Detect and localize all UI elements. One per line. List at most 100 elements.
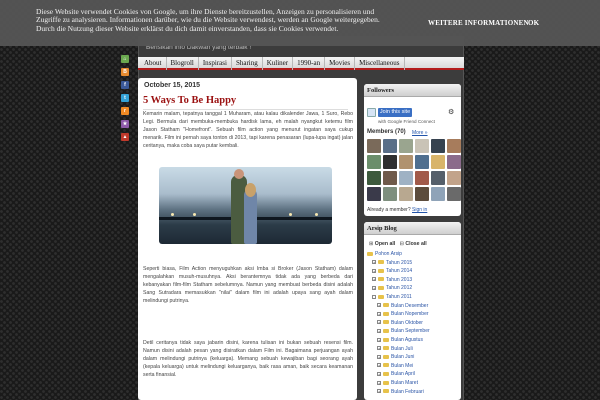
blogger-icon[interactable]: B: [121, 68, 129, 76]
expand-icon[interactable]: +: [377, 329, 381, 334]
archive-tree-item[interactable]: + Bulan Juni: [367, 353, 459, 362]
members-more-link[interactable]: More »: [412, 130, 428, 136]
archive-item-label: Bulan Juni: [391, 354, 415, 361]
member-avatar[interactable]: [383, 155, 397, 169]
expand-icon[interactable]: +: [377, 371, 381, 376]
archive-tree-item[interactable]: + Bulan Mei: [367, 362, 459, 371]
member-avatar[interactable]: [367, 155, 381, 169]
main-nav: About Blogroll Inspirasi Sharing Kuliner…: [138, 57, 464, 70]
member-avatar[interactable]: [399, 155, 413, 169]
member-avatar[interactable]: [383, 139, 397, 153]
nav-miscellaneous[interactable]: Miscellaneous: [355, 57, 405, 70]
flag-icon[interactable]: ▲: [121, 133, 129, 141]
archive-tree-item[interactable]: + Tahun 2014: [367, 267, 459, 276]
member-avatar[interactable]: [447, 155, 461, 169]
expand-icon[interactable]: +: [377, 346, 381, 351]
member-avatar[interactable]: [399, 171, 413, 185]
member-avatar[interactable]: [447, 187, 461, 201]
join-site-button[interactable]: Join this site: [378, 108, 412, 117]
archive-tree-item[interactable]: + Bulan Maret: [367, 379, 459, 388]
folder-icon: [383, 354, 389, 359]
archive-item-label: Bulan Agustus: [391, 336, 423, 343]
nav-1990an[interactable]: 1990-an: [293, 57, 326, 70]
expand-icon[interactable]: +: [377, 311, 381, 316]
member-avatar[interactable]: [415, 187, 429, 201]
archive-tree: Pohon Arsip + Tahun 2015 + Tahun 2014 + Tahun …: [367, 250, 459, 396]
archive-tree-item[interactable]: + Tahun 2015: [367, 259, 459, 268]
archive-tree-item[interactable]: + Tahun 2013: [367, 276, 459, 285]
archive-item-label: Tahun 2011: [386, 293, 412, 300]
archive-widget: Arsip Blog ⊞ Open all ⊟ Close all Pohon …: [364, 222, 461, 400]
folder-icon: [378, 286, 384, 291]
member-avatar[interactable]: [431, 139, 445, 153]
member-avatar[interactable]: [367, 187, 381, 201]
expand-icon[interactable]: +: [377, 389, 381, 394]
cookie-more-info-link[interactable]: WEITERE INFORMATIONEN: [428, 19, 529, 27]
post-paragraph-2: Seperti biasa, Film Action menyuguhkan a…: [143, 266, 353, 304]
member-avatar[interactable]: [367, 171, 381, 185]
member-avatar[interactable]: [383, 171, 397, 185]
nav-movies[interactable]: Movies: [325, 57, 356, 70]
member-avatar[interactable]: [383, 187, 397, 201]
expand-icon[interactable]: +: [377, 354, 381, 359]
archive-tree-item[interactable]: + Bulan Desember: [367, 302, 459, 311]
sign-in-link[interactable]: Sign in: [412, 207, 427, 213]
expand-icon[interactable]: +: [377, 380, 381, 385]
member-avatar[interactable]: [447, 171, 461, 185]
expand-icon[interactable]: +: [377, 363, 381, 368]
expand-icon[interactable]: +: [372, 260, 376, 265]
archive-tree-item[interactable]: Pohon Arsip: [367, 250, 459, 259]
archive-tree-item[interactable]: + Bulan April: [367, 370, 459, 379]
archive-tree-item[interactable]: + Bulan Oktober: [367, 319, 459, 328]
folder-icon: [383, 371, 389, 376]
nav-about[interactable]: About: [140, 57, 167, 70]
member-avatar[interactable]: [431, 187, 445, 201]
rss-icon[interactable]: r: [121, 107, 129, 115]
expand-icon[interactable]: +: [377, 337, 381, 342]
gfc-settings-icon[interactable]: ⚙: [448, 108, 454, 116]
nav-inspirasi[interactable]: Inspirasi: [199, 57, 232, 70]
member-avatar[interactable]: [399, 187, 413, 201]
archive-tree-item[interactable]: + Bulan Nopember: [367, 310, 459, 319]
home-icon[interactable]: ⌂: [121, 55, 129, 63]
folder-icon: [367, 251, 373, 256]
archive-tree-item[interactable]: + Bulan Februari: [367, 388, 459, 397]
nav-kuliner[interactable]: Kuliner: [263, 57, 294, 70]
member-avatar[interactable]: [399, 139, 413, 153]
member-avatar[interactable]: [415, 155, 429, 169]
member-avatar[interactable]: [415, 139, 429, 153]
cookie-ok-button[interactable]: OK: [528, 19, 539, 27]
member-avatar[interactable]: [431, 155, 445, 169]
nav-blogroll[interactable]: Blogroll: [167, 57, 199, 70]
member-avatar[interactable]: [431, 171, 445, 185]
archive-tree-item[interactable]: + Bulan September: [367, 327, 459, 336]
member-avatars: [367, 139, 461, 201]
expand-icon[interactable]: +: [377, 320, 381, 325]
archive-tree-item[interactable]: + Tahun 2012: [367, 284, 459, 293]
expand-icon[interactable]: +: [372, 268, 376, 273]
gfc-logo-icon: [367, 108, 376, 117]
post-date: October 15, 2015: [144, 82, 201, 89]
nav-sharing[interactable]: Sharing: [232, 57, 263, 70]
archive-item-label: Bulan Oktober: [391, 319, 423, 326]
twitter-icon[interactable]: t: [121, 94, 129, 102]
gfc-note: with Google Friend Connect: [378, 119, 435, 124]
archive-title: Arsip Blog: [364, 222, 461, 235]
archive-tree-item[interactable]: + Bulan Juli: [367, 345, 459, 354]
open-all-link[interactable]: ⊞ Open all: [369, 241, 395, 247]
member-avatar[interactable]: [415, 171, 429, 185]
archive-tree-item[interactable]: + Bulan Agustus: [367, 336, 459, 345]
facebook-icon[interactable]: f: [121, 81, 129, 89]
post-title[interactable]: 5 Ways To Be Happy: [143, 95, 349, 110]
expand-icon[interactable]: +: [372, 286, 376, 291]
post-paragraph-3: Detil ceritanya tidak saya jabarin disin…: [143, 340, 353, 378]
member-avatar[interactable]: [367, 139, 381, 153]
expand-icon[interactable]: +: [372, 277, 376, 282]
archive-tree-item[interactable]: - Tahun 2011: [367, 293, 459, 302]
collapse-icon[interactable]: -: [372, 294, 376, 299]
bookmark-icon[interactable]: ★: [121, 120, 129, 128]
member-avatar[interactable]: [447, 139, 461, 153]
folder-icon: [383, 389, 389, 394]
expand-icon[interactable]: +: [377, 303, 381, 308]
close-all-link[interactable]: ⊟ Close all: [400, 241, 427, 247]
